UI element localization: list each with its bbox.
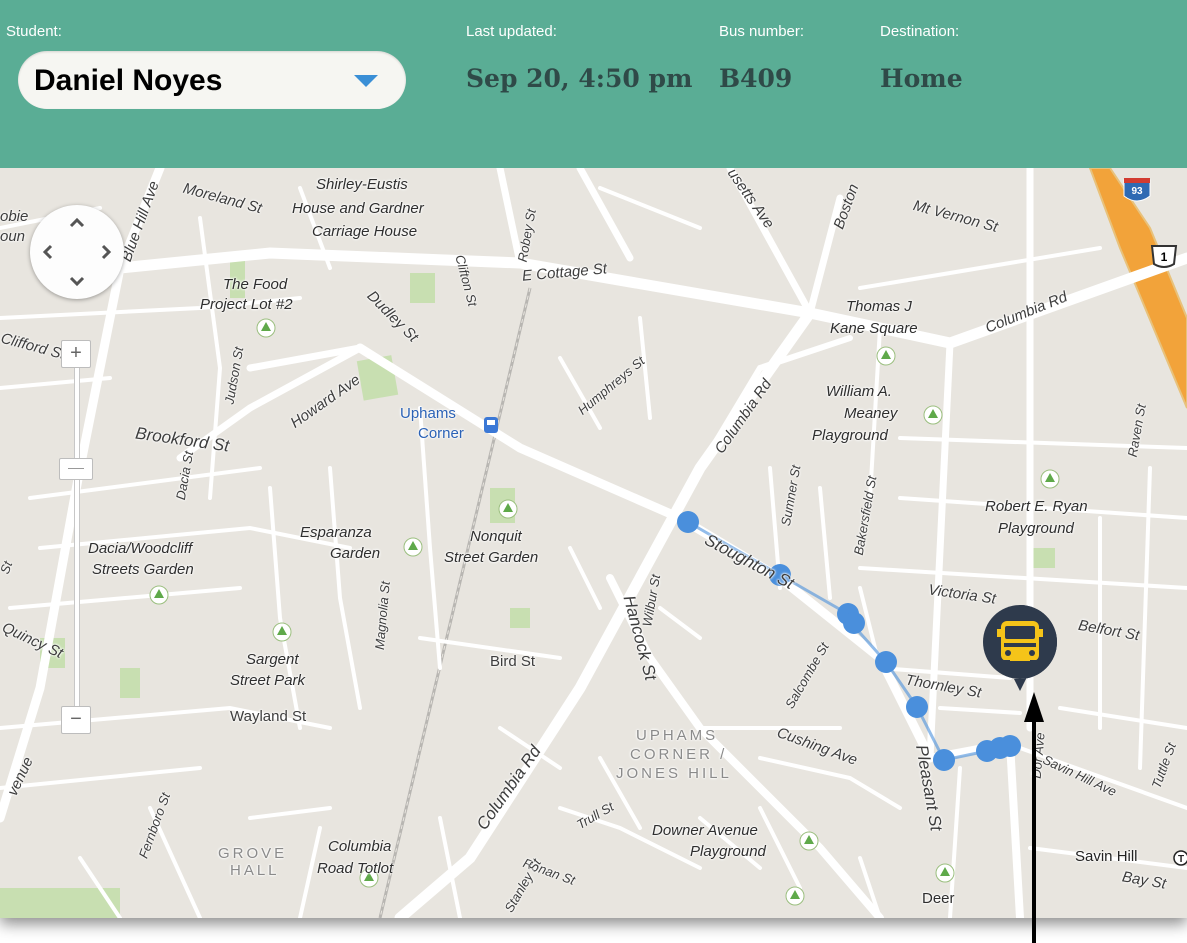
pan-control <box>30 205 124 299</box>
label-uphams-corner-2: Corner <box>418 425 464 442</box>
school-bus-icon <box>983 605 1057 691</box>
label-esparanza-2: Garden <box>330 545 381 562</box>
zoom-track[interactable] <box>74 365 80 717</box>
label-uphams-area-3: JONES HILL <box>616 765 732 782</box>
student-label: Student: <box>6 23 62 40</box>
label-dacia-woodcliff-2: Streets Garden <box>92 561 194 578</box>
route-stop[interactable] <box>875 651 897 673</box>
last-updated-value: Sep 20, 4:50 pm <box>466 64 693 93</box>
route-1-shield: 1 <box>1161 250 1168 264</box>
label-bird-st: Bird St <box>490 653 536 670</box>
label-deer: Deer <box>922 890 955 907</box>
route-stop[interactable] <box>999 735 1021 757</box>
label-william-meaney-2: Meaney <box>844 405 898 422</box>
app-frame: Student: Daniel Noyes Last updated: Sep … <box>0 0 1187 918</box>
pan-left-button[interactable] <box>36 240 60 264</box>
map-view[interactable]: 93 1 T Blue Hill Ave Moreland St Shirley… <box>0 168 1187 918</box>
chevron-left-icon <box>42 244 53 260</box>
zoom-out-button[interactable]: − <box>61 706 91 734</box>
label-uphams-area-2: CORNER / <box>630 746 728 763</box>
header-bar: Student: Daniel Noyes Last updated: Sep … <box>0 0 1187 168</box>
destination-label: Destination: <box>880 23 960 40</box>
chevron-up-icon <box>69 217 85 228</box>
label-william-meaney-3: Playground <box>812 427 888 444</box>
label-thomas-kane-1: Thomas J <box>846 298 912 315</box>
route-stop[interactable] <box>933 749 955 771</box>
dropdown-caret-icon <box>354 75 378 87</box>
label-shirley-eustis-3: Carriage House <box>312 223 418 240</box>
last-updated-label: Last updated: <box>466 23 557 40</box>
label-nonquit-1: Nonquit <box>470 528 522 545</box>
label-dacia-woodcliff-1: Dacia/Woodcliff <box>88 540 193 557</box>
label-grove-1: GROVE <box>218 845 288 862</box>
label-obie-left: obie <box>0 208 29 225</box>
label-shirley-eustis-2: House and Gardner <box>292 200 424 217</box>
chevron-right-icon <box>101 244 112 260</box>
chevron-down-icon <box>69 276 85 287</box>
label-uphams-corner-1: Uphams <box>400 405 456 422</box>
pan-up-button[interactable] <box>65 211 89 235</box>
label-downer-2: Playground <box>690 843 766 860</box>
route-stop[interactable] <box>906 696 928 718</box>
label-sargent-2: Street Park <box>230 672 306 689</box>
bus-number-value: B409 <box>719 64 793 93</box>
label-columbia-totlot-2: Road Totlot <box>317 860 394 877</box>
label-robert-ryan-2: Playground <box>998 520 1074 537</box>
zoom-control: + − <box>59 340 93 740</box>
label-uphams-area-1: UPHAMS <box>636 727 719 744</box>
destination-value: Home <box>880 64 963 93</box>
zoom-in-button[interactable]: + <box>61 340 91 368</box>
pan-down-button[interactable] <box>65 269 89 293</box>
route-stop[interactable] <box>843 612 865 634</box>
label-columbia-totlot-1: Columbia <box>328 838 392 855</box>
pan-right-button[interactable] <box>94 240 118 264</box>
svg-text:T: T <box>1178 854 1184 865</box>
label-downer-1: Downer Avenue <box>652 822 758 839</box>
label-william-meaney-1: William A. <box>826 383 892 400</box>
label-sargent-1: Sargent <box>246 651 299 668</box>
student-dropdown[interactable]: Daniel Noyes <box>18 51 406 109</box>
label-esparanza-1: Esparanza <box>300 524 372 541</box>
label-nonquit-2: Street Garden <box>444 549 539 566</box>
label-food-project-2: Project Lot #2 <box>200 296 293 313</box>
route-stop[interactable] <box>677 511 699 533</box>
label-grove-2: HALL <box>230 862 280 879</box>
bus-number-label: Bus number: <box>719 23 805 40</box>
label-oun-left: oun <box>0 228 26 245</box>
label-savin-hill: Savin Hill <box>1075 848 1138 865</box>
label-food-project-1: The Food <box>223 276 288 293</box>
student-name: Daniel Noyes <box>34 64 223 97</box>
bus-location-marker[interactable] <box>981 603 1059 691</box>
label-robert-ryan-1: Robert E. Ryan <box>985 498 1088 515</box>
zoom-slider-thumb[interactable] <box>59 458 93 480</box>
highway-93-shield: 93 <box>1131 186 1143 197</box>
label-thomas-kane-2: Kane Square <box>830 320 918 337</box>
label-shirley-eustis-1: Shirley-Eustis <box>316 176 408 193</box>
label-wayland-st: Wayland St <box>230 708 307 725</box>
